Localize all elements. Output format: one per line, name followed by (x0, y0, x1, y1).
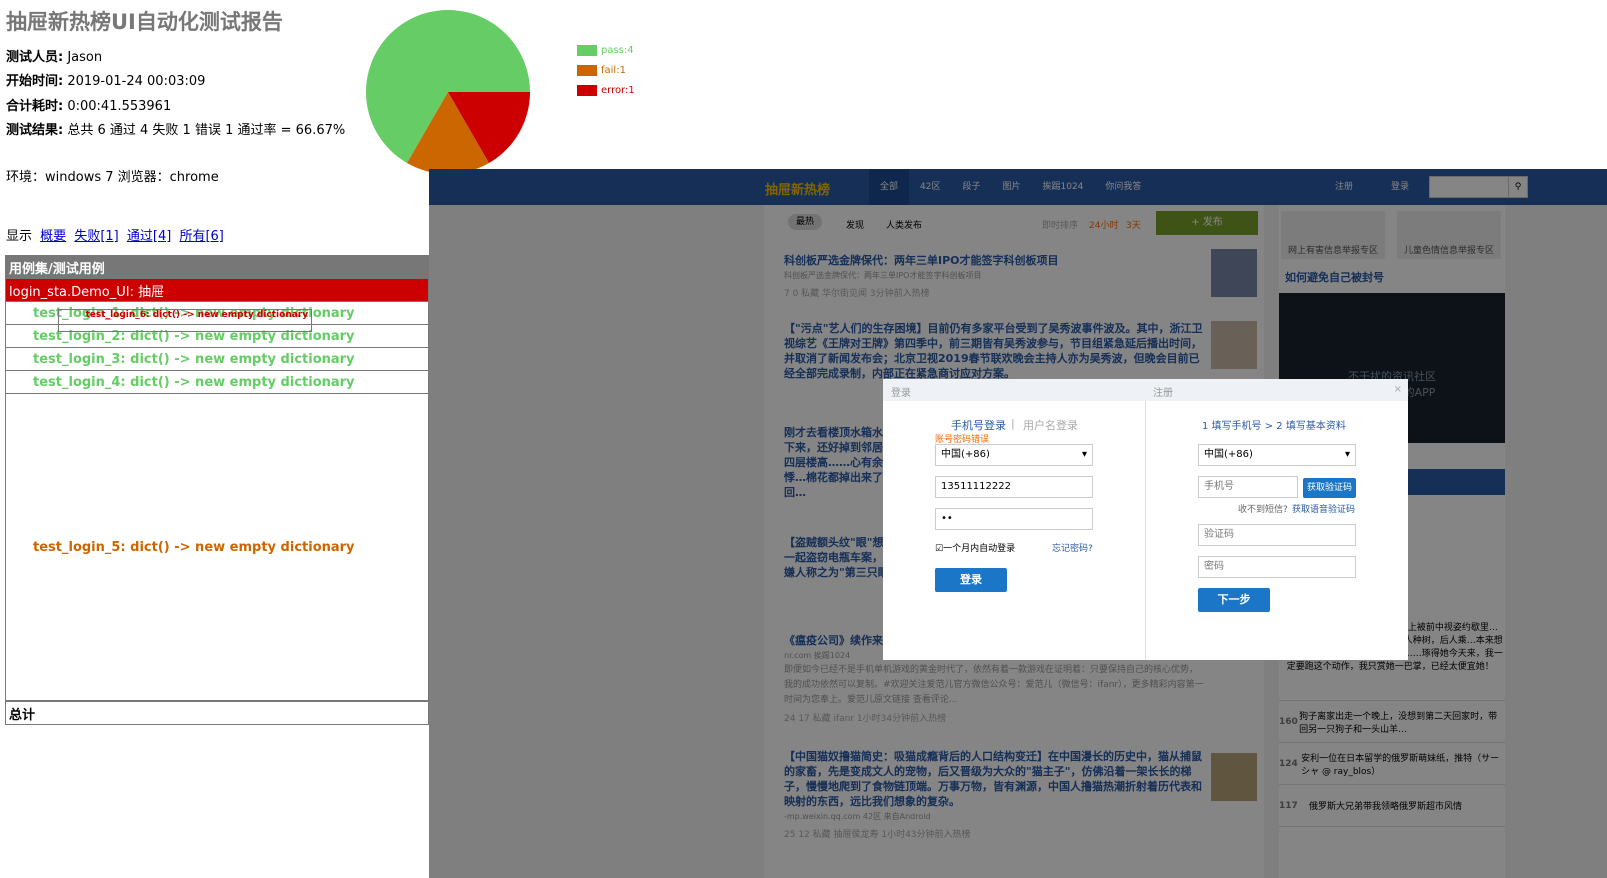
test-case-row[interactable]: test_login_3: dict() -> new empty dictio… (5, 347, 429, 371)
legend-swatch (577, 84, 597, 96)
legend-label: error:1 (601, 84, 635, 96)
chevron-down-icon: ▾ (1344, 449, 1350, 460)
filter-passed-link[interactable]: 通过[4] (127, 229, 171, 244)
table-header: 用例集/测试用例 (5, 255, 429, 279)
test-case-row[interactable]: test_login_6: dict() -> new empty dictio… (57, 308, 313, 332)
forgot-password-link[interactable]: 忘记密码? (1052, 541, 1093, 554)
reg-code-field[interactable]: 验证码 (1198, 524, 1356, 546)
test-case-row[interactable]: test_login_5: dict() -> new empty dictio… (5, 393, 429, 701)
test-class-row[interactable]: login_sta.Demo_UI: 抽屉 (5, 278, 429, 302)
environment-info: 环境：windows 7 浏览器：chrome (6, 170, 219, 185)
reg-phone-field[interactable]: 手机号 (1198, 476, 1298, 498)
phone-field[interactable]: 13511112222 (935, 476, 1093, 498)
chevron-down-icon: ▾ (1081, 449, 1087, 460)
legend-swatch (577, 44, 597, 56)
modal-divider (1145, 401, 1146, 660)
legend-item: pass:4 (577, 40, 635, 60)
tab-username-login[interactable]: 用户名登录 (1023, 417, 1078, 433)
filter-failed-link[interactable]: 失败[1] (74, 229, 118, 244)
page-root: 抽屉新热榜UI自动化测试报告 测试人员: Jason 开始时间: 2019-01… (0, 0, 1607, 878)
register-title: 注册 (1153, 388, 1173, 399)
filter-summary-link[interactable]: 概要 (40, 229, 66, 244)
legend-item: fail:1 (577, 60, 635, 80)
modal-header: 登录 注册 × (883, 379, 1408, 401)
legend-label: pass:4 (601, 44, 634, 56)
legend-swatch (577, 64, 597, 76)
test-case-row[interactable]: test_login_4: dict() -> new empty dictio… (5, 370, 429, 394)
filter-links: 显示 概要 失败[1] 通过[4] 所有[6] (6, 225, 224, 244)
reg-country-value: 中国(+86) (1204, 449, 1253, 460)
report-title: 抽屉新热榜UI自动化测试报告 (6, 10, 283, 34)
login-button[interactable]: 登录 (935, 568, 1007, 592)
country-select[interactable]: 中国(+86) ▾ (935, 444, 1093, 466)
login-title: 登录 (891, 388, 911, 399)
filter-all-link[interactable]: 所有[6] (179, 229, 223, 244)
country-value: 中国(+86) (941, 449, 990, 460)
reg-password-field[interactable]: 密码 (1198, 556, 1356, 578)
attr-tester: 测试人员: Jason (6, 50, 103, 65)
filter-label: 显示 (6, 229, 33, 244)
legend-label: fail:1 (601, 64, 626, 76)
register-steps: 1 填写手机号 > 2 填写基本资料 (1202, 421, 1346, 432)
auto-login-checkbox[interactable]: ☑一个月内自动登录 (935, 541, 1015, 554)
password-field[interactable]: •• (935, 508, 1093, 530)
result-pie-chart (366, 9, 530, 174)
pie-legend: pass:4 fail:1 error:1 (577, 40, 635, 100)
tab-phone-login[interactable]: 手机号登录 (951, 417, 1006, 433)
get-code-button[interactable]: 获取验证码 (1303, 478, 1356, 498)
voice-code-link[interactable]: 获取语音验证码 (1292, 502, 1355, 515)
total-row: 总计 (5, 701, 429, 725)
attr-duration: 合计耗时: 0:00:41.553961 (6, 99, 172, 114)
tab-separator: | (1011, 417, 1015, 430)
attr-result: 测试结果: 总共 6 通过 4 失败 1 错误 1 通过率 = 66.67% (6, 123, 346, 138)
next-step-button[interactable]: 下一步 (1198, 588, 1270, 612)
reg-country-select[interactable]: 中国(+86) ▾ (1198, 444, 1356, 466)
auto-login-label: 一个月内自动登录 (943, 544, 1016, 554)
attr-start-time: 开始时间: 2019-01-24 00:03:09 (6, 74, 206, 89)
no-sms-label: 收不到短信? (1238, 505, 1288, 515)
login-modal: 登录 注册 × 手机号登录 | 用户名登录 账号密码错误 中国(+86) ▾ 13… (883, 379, 1408, 660)
result-table: 用例集/测试用例 login_sta.Demo_UI: 抽屉 test_logi… (5, 255, 429, 725)
close-icon[interactable]: × (1394, 384, 1402, 395)
legend-item: error:1 (577, 80, 635, 100)
